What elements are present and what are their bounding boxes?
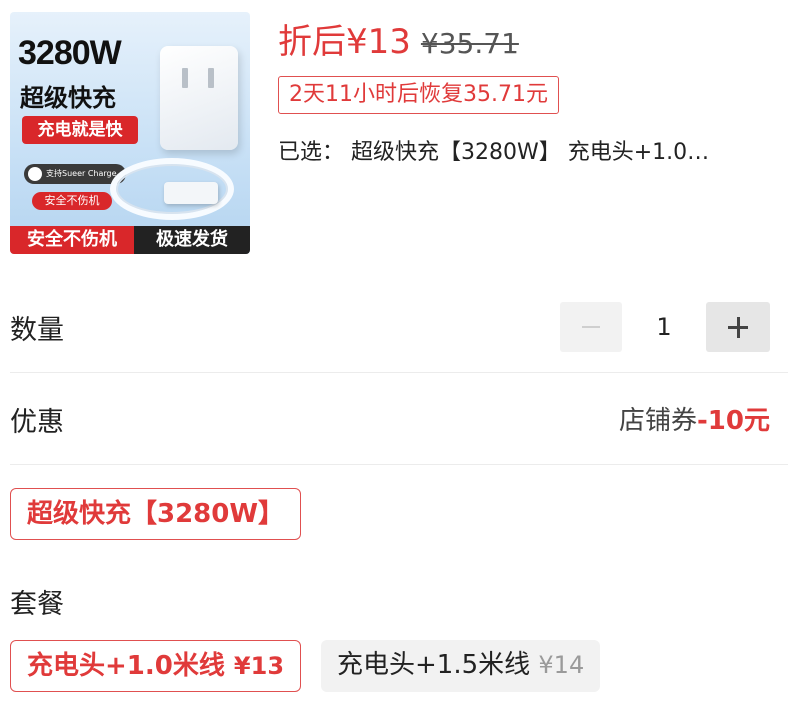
divider xyxy=(10,464,788,465)
current-price: 折后¥13 xyxy=(278,22,411,62)
shop-coupon[interactable]: 店铺券-10元 xyxy=(619,400,770,437)
package-option-name: 充电头+1.0米线 xyxy=(27,651,225,681)
quantity-increase-button[interactable] xyxy=(706,302,770,352)
plug-prong xyxy=(182,68,188,88)
package-label: 套餐 xyxy=(10,589,64,620)
product-image-red-tag: 充电就是快 xyxy=(22,116,138,144)
discount-label: 优惠 xyxy=(10,407,64,438)
quantity-decrease-button[interactable] xyxy=(560,302,622,352)
spec-option-3280w[interactable]: 超级快充【3280W】 xyxy=(10,488,302,540)
coupon-label: 店铺券 xyxy=(619,406,698,436)
divider xyxy=(10,372,788,373)
bottom-bar-right: 极速发货 xyxy=(134,226,250,254)
support-badge-text: 支持Sueer Charge xyxy=(46,169,117,178)
original-price: ¥35.71 xyxy=(420,27,519,60)
plug-prong xyxy=(208,68,214,88)
bottom-bar-left: 安全不伤机 xyxy=(10,226,134,254)
coupon-value: -10元 xyxy=(697,406,770,436)
product-image[interactable]: 3280W 超级快充 充电就是快 支持Sueer Charge 安全不伤机 安全… xyxy=(10,12,250,254)
package-option-1-5m[interactable]: 充电头+1.5米线 ¥14 xyxy=(321,640,601,692)
price-row: 折后¥13 ¥35.71 xyxy=(278,14,519,62)
quantity-label: 数量 xyxy=(10,315,64,346)
product-image-headline: 超级快充 xyxy=(20,84,116,112)
selected-spec-summary: 已选： 超级快充【3280W】 充电头+1.0… xyxy=(278,140,710,165)
package-option-price: ¥14 xyxy=(538,651,585,679)
product-image-bottom-bar: 安全不伤机 极速发货 xyxy=(10,226,250,254)
package-option-price: ¥13 xyxy=(233,652,285,680)
price-restore-notice: 2天11小时后恢复35.71元 xyxy=(278,76,559,114)
product-image-watt: 3280W xyxy=(18,34,122,72)
quantity-value[interactable]: 1 xyxy=(622,302,706,352)
charger-illustration xyxy=(160,46,238,150)
usb-plug-illustration xyxy=(164,182,218,204)
package-option-1m[interactable]: 充电头+1.0米线 ¥13 xyxy=(10,640,302,692)
safe-small-tag: 安全不伤机 xyxy=(32,192,112,210)
shield-icon xyxy=(28,167,42,181)
package-option-name: 充电头+1.5米线 xyxy=(337,650,531,680)
